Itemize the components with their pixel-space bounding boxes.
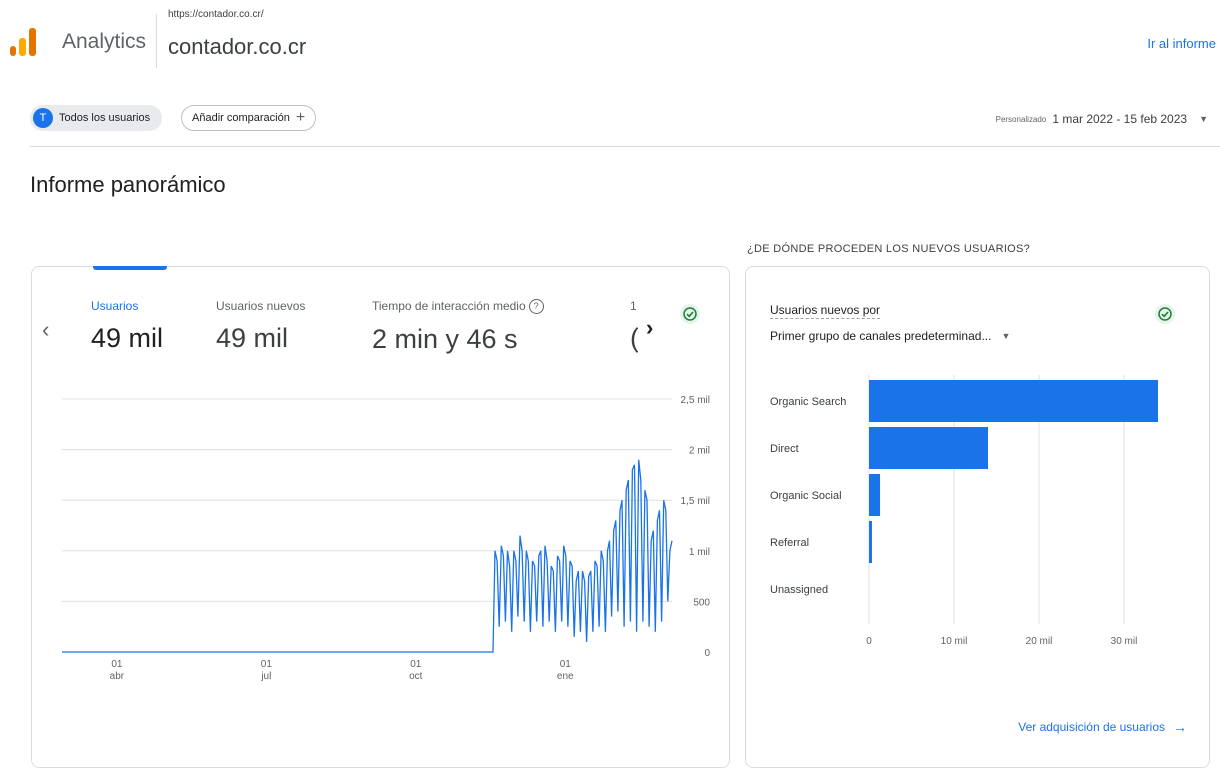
- date-mode-label: Personalizado: [995, 114, 1047, 124]
- x-tick-label: 01: [410, 659, 422, 670]
- analytics-logo-icon[interactable]: [10, 28, 36, 56]
- users-line-chart: 05001 mil1,5 mil2 mil2,5 mil01abr01jul01…: [62, 395, 710, 682]
- category-label: Unassigned: [770, 584, 828, 596]
- category-label: Direct: [770, 443, 799, 455]
- plus-icon: +: [295, 109, 306, 126]
- overview-metrics-card: ‹ Usuarios 49 mil Usuarios nuevos 49 mil…: [31, 266, 730, 768]
- bar: [869, 427, 988, 469]
- y-tick-label: 2 mil: [689, 446, 710, 457]
- add-comparison-label: Añadir comparación: [192, 112, 290, 124]
- x-tick-label: 01: [560, 659, 572, 670]
- filter-bar: T Todos los usuarios Añadir comparación …: [0, 98, 1220, 142]
- chart-grid: [62, 398, 672, 602]
- y-tick-label: 1 mil: [689, 547, 710, 558]
- x-tick-label: abr: [110, 671, 125, 682]
- x-tick-label: 01: [111, 659, 123, 670]
- header-divider: [156, 14, 157, 68]
- category-label: Referral: [770, 537, 809, 549]
- x-tick-label: 10 mil: [941, 636, 968, 647]
- add-comparison-button[interactable]: Añadir comparación +: [181, 105, 317, 131]
- bar: [869, 380, 1158, 422]
- x-tick-label: 30 mil: [1111, 636, 1138, 647]
- y-tick-label: 500: [693, 597, 710, 608]
- date-range-value: 1 mar 2022 - 15 feb 2023: [1052, 112, 1188, 126]
- channel-bar-chart: 0 10 mil 20 mil 30 mil Organic Search Direct O…: [770, 375, 1158, 647]
- page-title: Informe panorámico: [30, 172, 226, 197]
- y-tick-label: 2,5 mil: [681, 395, 710, 406]
- filter-divider: [30, 146, 1220, 147]
- view-user-acquisition-link[interactable]: Ver adquisición de usuarios →: [1018, 719, 1187, 735]
- x-tick-label: 20 mil: [1026, 636, 1053, 647]
- top-app-bar: Analytics https://contador.co.cr/ contad…: [0, 0, 1220, 78]
- bar: [869, 474, 881, 516]
- property-selector[interactable]: contador.co.cr: [168, 34, 306, 60]
- category-label: Organic Social: [770, 490, 842, 502]
- y-tick-label: 1,5 mil: [681, 496, 710, 507]
- app-name: Analytics: [62, 30, 147, 53]
- segment-chip[interactable]: T Todos los usuarios: [30, 105, 163, 131]
- x-tick-label: jul: [260, 671, 271, 682]
- date-range-picker[interactable]: Personalizado 1 mar 2022 - 15 feb 2023 ▼: [996, 112, 1208, 126]
- users-series-line: [62, 459, 673, 653]
- dropdown-caret-icon: ▼: [1199, 114, 1208, 124]
- category-label: Organic Search: [770, 396, 846, 408]
- y-tick-label: 0: [704, 648, 710, 659]
- side-card-title: ¿DE DÓNDE PROCEDEN LOS NUEVOS USUARIOS?: [747, 243, 1031, 255]
- go-to-report-link[interactable]: Ir al informe: [1147, 36, 1216, 51]
- view-user-acquisition-label: Ver adquisición de usuarios: [1018, 720, 1165, 734]
- x-tick-label: ene: [557, 671, 574, 682]
- bar: [869, 521, 872, 563]
- x-tick-label: oct: [409, 671, 423, 682]
- new-users-source-card: Usuarios nuevos por Primer grupo de cana…: [745, 266, 1210, 768]
- arrow-right-icon: →: [1173, 719, 1187, 735]
- segment-chip-label: Todos los usuarios: [59, 112, 151, 124]
- x-tick-label: 0: [866, 636, 872, 647]
- x-tick-label: 01: [261, 659, 273, 670]
- segment-badge-icon: T: [33, 108, 53, 128]
- property-url[interactable]: https://contador.co.cr/: [168, 9, 264, 20]
